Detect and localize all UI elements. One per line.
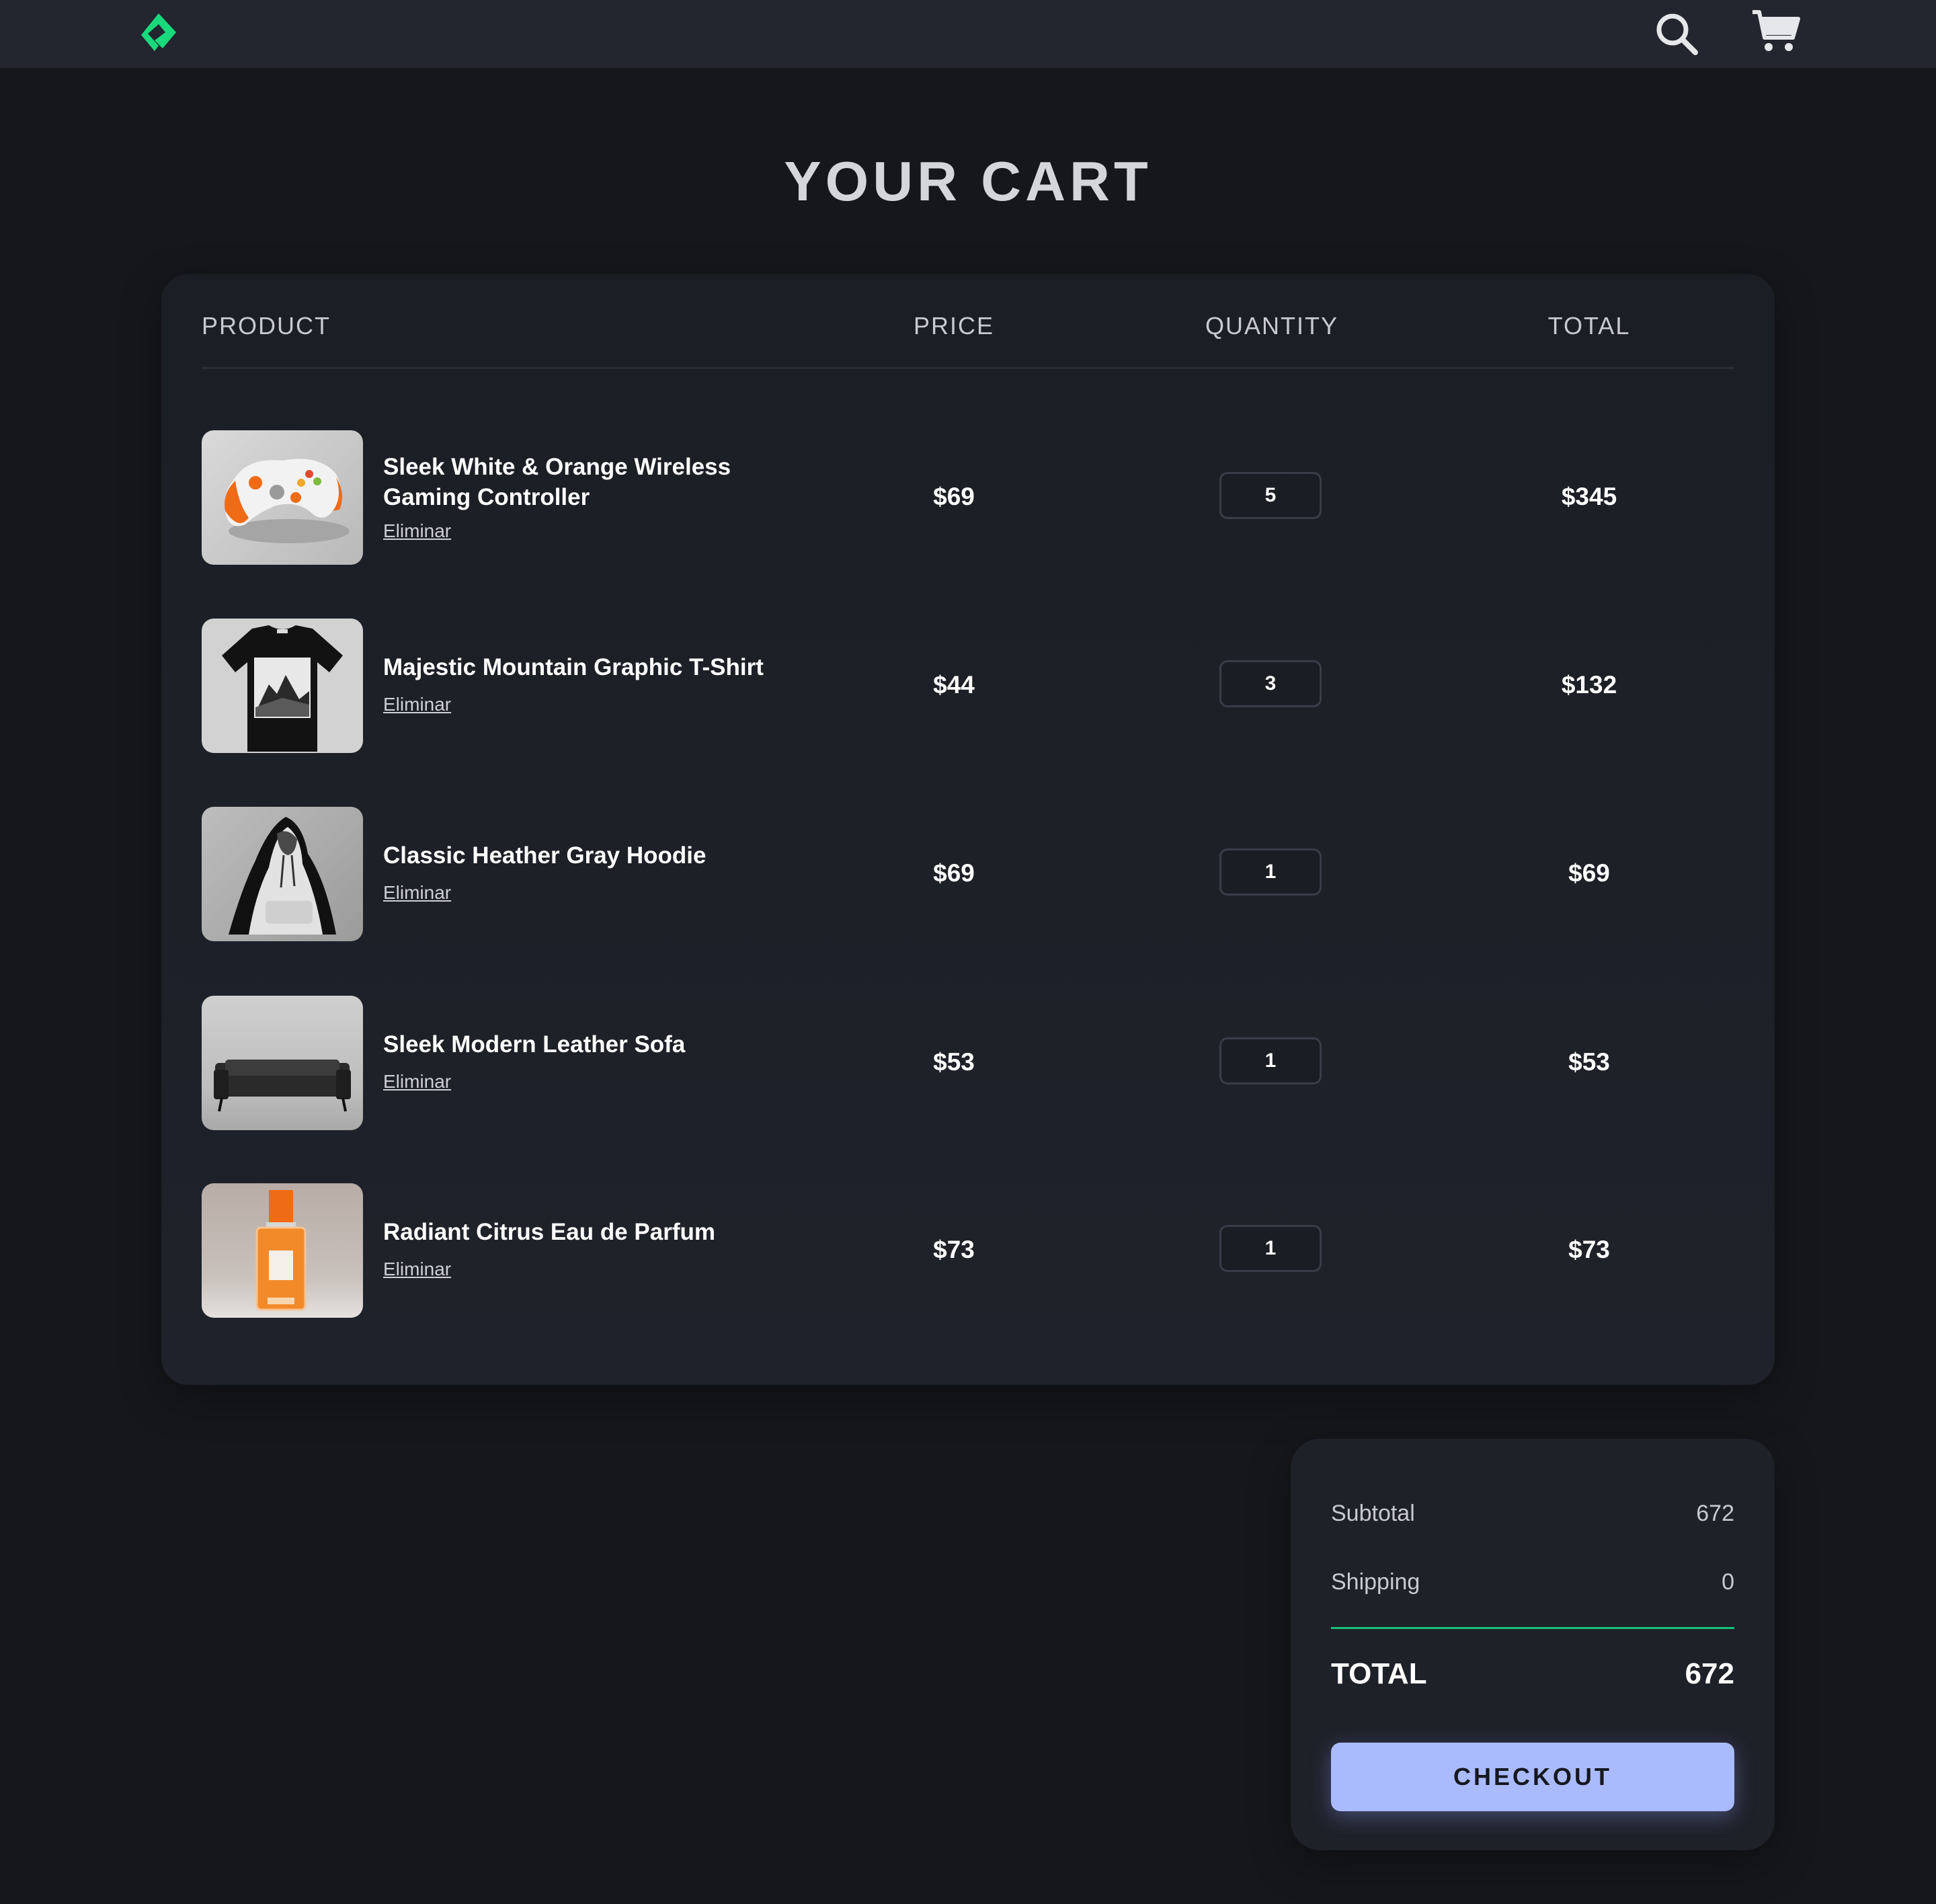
product-price: $69 xyxy=(933,483,975,510)
row-total: $73 xyxy=(1568,1236,1610,1263)
product-price: $53 xyxy=(933,1048,975,1076)
column-header-price: PRICE xyxy=(914,312,995,340)
tshirt-image xyxy=(202,619,363,753)
remove-link[interactable]: Eliminar xyxy=(383,694,451,715)
product-price: $69 xyxy=(933,859,975,887)
total-label: TOTAL xyxy=(1331,1657,1427,1690)
row-total: $345 xyxy=(1561,483,1617,510)
quantity-input[interactable]: 1 xyxy=(1219,1225,1322,1272)
summary-divider xyxy=(1331,1627,1734,1629)
table-row: Radiant Citrus Eau de Parfum Eliminar $7… xyxy=(161,1183,1775,1318)
table-row: Majestic Mountain Graphic T-Shirt Elimin… xyxy=(161,619,1775,753)
perfume-image xyxy=(202,1183,363,1318)
product-price: $44 xyxy=(933,671,975,699)
checkout-button[interactable]: CHECKOUT xyxy=(1331,1743,1734,1811)
subtotal-label: Subtotal xyxy=(1331,1501,1415,1526)
product-name: Sleek Modern Leather Sofa xyxy=(383,1031,686,1058)
product-price: $73 xyxy=(933,1236,975,1263)
shipping-value: 0 xyxy=(1722,1569,1734,1595)
product-name: Radiant Citrus Eau de Parfum xyxy=(383,1219,715,1245)
table-row: Sleek White & Orange Wireless Gaming Con… xyxy=(161,430,1775,565)
remove-link[interactable]: Eliminar xyxy=(383,520,451,542)
sofa-image xyxy=(202,996,363,1130)
remove-link[interactable]: Eliminar xyxy=(383,1259,451,1280)
subtotal-value: 672 xyxy=(1696,1501,1734,1526)
product-name: Sleek White & Orange Wireless Gaming Con… xyxy=(383,454,731,510)
header-divider xyxy=(202,367,1734,369)
gaming-controller-image xyxy=(202,430,363,565)
column-header-quantity: QUANTITY xyxy=(1205,312,1338,340)
quantity-input[interactable]: 3 xyxy=(1219,660,1322,707)
column-header-total: TOTAL xyxy=(1547,312,1631,340)
table-row: Sleek Modern Leather Sofa Eliminar $53 1… xyxy=(161,996,1775,1130)
page-title: YOUR CART xyxy=(784,150,1152,212)
search-icon[interactable] xyxy=(1652,9,1701,58)
product-name: Classic Heather Gray Hoodie xyxy=(383,842,707,869)
remove-link[interactable]: Eliminar xyxy=(383,882,451,904)
quantity-input[interactable]: 1 xyxy=(1219,848,1322,896)
row-total: $69 xyxy=(1568,859,1610,887)
top-navbar xyxy=(0,0,1936,68)
cart-table: PRODUCT PRICE QUANTITY TOTAL Sleek White… xyxy=(161,274,1775,1385)
total-value: 672 xyxy=(1685,1657,1734,1690)
shipping-label: Shipping xyxy=(1331,1569,1420,1595)
row-total: $132 xyxy=(1561,671,1617,699)
diamond-logo-icon[interactable] xyxy=(136,9,182,58)
hoodie-image xyxy=(202,807,363,941)
row-total: $53 xyxy=(1568,1048,1610,1076)
remove-link[interactable]: Eliminar xyxy=(383,1071,451,1093)
quantity-input[interactable]: 1 xyxy=(1219,1037,1322,1084)
product-name: Majestic Mountain Graphic T-Shirt xyxy=(383,654,764,680)
cart-icon[interactable] xyxy=(1750,8,1801,55)
column-header-product: PRODUCT xyxy=(202,312,331,340)
quantity-input[interactable]: 5 xyxy=(1219,472,1322,519)
order-summary: Subtotal 672 Shipping 0 TOTAL 672 CHECKO… xyxy=(1291,1439,1775,1850)
table-row: Classic Heather Gray Hoodie Eliminar $69… xyxy=(161,807,1775,941)
